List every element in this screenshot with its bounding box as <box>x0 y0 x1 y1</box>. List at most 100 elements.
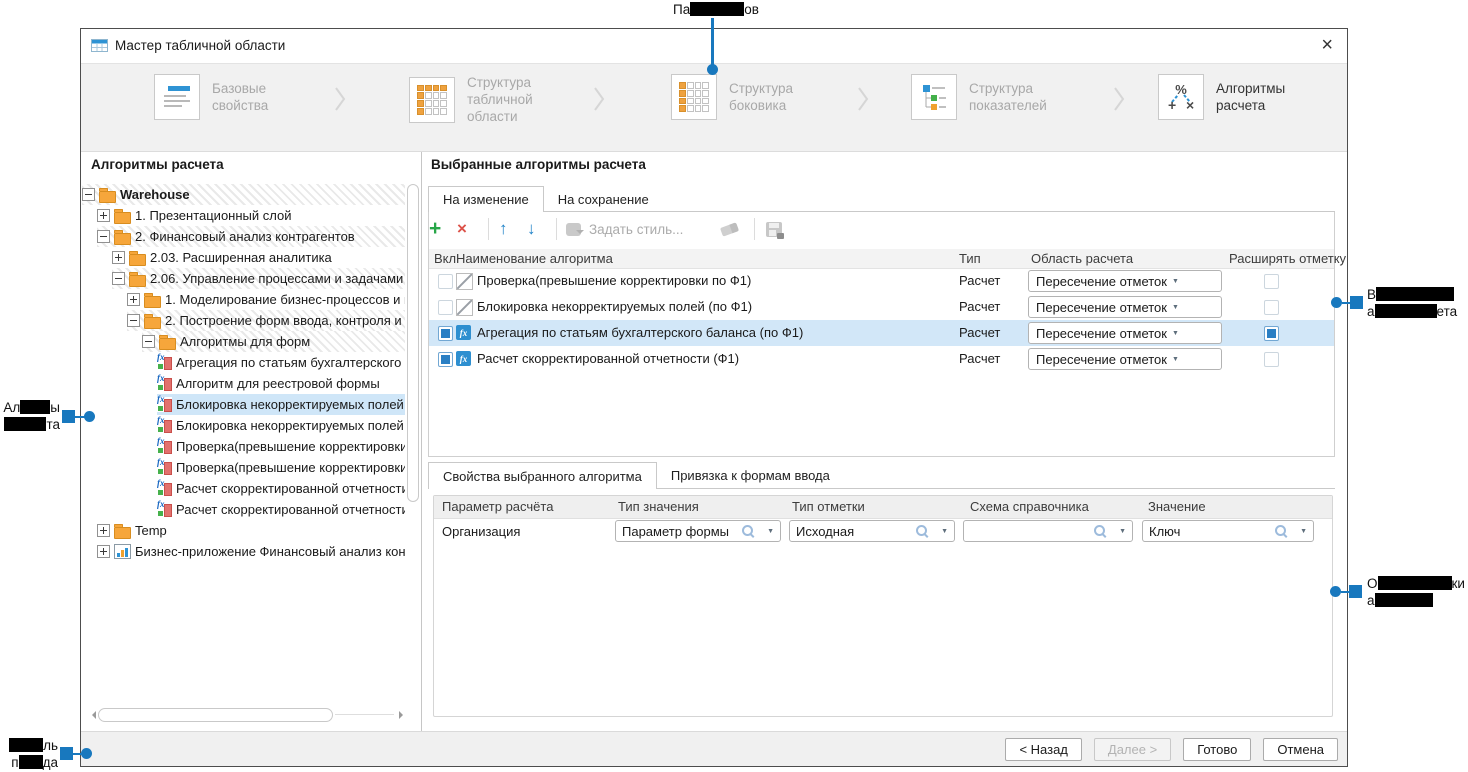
tree-item[interactable]: Бизнес-приложение Финансовый анализ конт… <box>97 541 405 562</box>
remove-algorithm-button[interactable]: × <box>457 216 467 242</box>
move-down-button[interactable]: ↓ <box>527 216 536 242</box>
callout-settings-area: Оки а <box>1367 575 1465 609</box>
tree-item[interactable]: 2. Финансовый анализ контрагентов <box>97 226 405 247</box>
save-button[interactable] <box>766 216 782 242</box>
expand-icon[interactable] <box>97 545 110 558</box>
set-style-button[interactable]: Задать стиль... <box>566 216 683 242</box>
finish-button[interactable]: Готово <box>1183 738 1251 761</box>
parameter-row[interactable]: ОрганизацияПараметр формы▼Исходная▼▼Ключ… <box>434 518 1332 545</box>
back-button[interactable]: < Назад <box>1005 738 1081 761</box>
tree-vertical-scrollbar[interactable] <box>407 184 419 705</box>
tree-item[interactable]: fxПроверка(превышение корректировки по Ф… <box>157 457 405 478</box>
collapse-icon[interactable] <box>142 335 155 348</box>
tree-item[interactable]: Temp <box>97 520 405 541</box>
cancel-button[interactable]: Отмена <box>1263 738 1338 761</box>
algorithm-row[interactable]: Блокировка некорректируемых полей (по Ф1… <box>429 294 1334 320</box>
wizard-step-4[interactable]: Структура показателей <box>911 74 1047 120</box>
tree-item[interactable]: 2.06. Управление процессами и задачами <box>112 268 405 289</box>
collapse-icon[interactable] <box>127 314 140 327</box>
callout-steps-panel: Паов <box>673 1 759 18</box>
enabled-checkbox[interactable] <box>438 326 453 341</box>
algorithm-icon: fx <box>157 397 172 412</box>
calc-area-dropdown[interactable]: Пересечение отметок▼ <box>1028 322 1222 344</box>
tree-item[interactable]: fxПроверка(превышение корректировки по Ф… <box>157 436 405 457</box>
expand-icon[interactable] <box>112 251 125 264</box>
enabled-checkbox[interactable] <box>438 274 453 289</box>
tree-item[interactable]: fxБлокировка некорректируемых полей (по … <box>157 394 405 415</box>
step-icon-box <box>409 77 455 123</box>
tree-item[interactable]: fxАгрегация по статьям бухгалтерского ба… <box>157 352 405 373</box>
tree-item[interactable]: 2.03. Расширенная аналитика <box>112 247 405 268</box>
title-bar[interactable]: Мастер табличной области × <box>81 29 1347 64</box>
step-icon-box <box>154 74 200 120</box>
scrollbar-thumb[interactable] <box>407 184 419 502</box>
tab-on-save[interactable]: На сохранение <box>544 186 663 212</box>
clear-style-button[interactable] <box>721 216 738 242</box>
tree-item[interactable]: 1. Презентационный слой <box>97 205 405 226</box>
tab-algorithm-properties[interactable]: Свойства выбранного алгоритма <box>428 462 657 489</box>
add-algorithm-button[interactable]: + <box>429 216 441 242</box>
calc-area-dropdown[interactable]: Пересечение отметок▼ <box>1028 348 1222 370</box>
tree-item-label: 1. Моделирование бизнес-процессов и их в… <box>165 292 405 307</box>
tree-item[interactable]: Warehouse <box>82 184 405 205</box>
dropdown-arrow-icon: ▼ <box>1167 304 1179 311</box>
wizard-step-3[interactable]: Структура боковика <box>671 74 793 120</box>
close-icon[interactable]: × <box>1321 34 1333 56</box>
wizard-step-1[interactable]: Базовые свойства <box>154 74 268 120</box>
magnifier-icon <box>916 525 927 536</box>
callout-line <box>711 18 714 65</box>
algorithm-row[interactable]: fxАгрегация по статьям бухгалтерского ба… <box>429 320 1334 346</box>
algorithm-disabled-icon <box>456 273 473 290</box>
tab-forms-binding[interactable]: Привязка к формам ввода <box>657 462 844 489</box>
calc-area-dropdown[interactable]: Пересечение отметок▼ <box>1028 270 1222 292</box>
algorithm-name: Агрегация по статьям бухгалтерского бала… <box>477 320 803 346</box>
tree-item[interactable]: Алгоритмы для форм <box>142 331 405 352</box>
dict-schema-lookup[interactable]: ▼ <box>963 520 1133 542</box>
wizard-step-5[interactable]: % + × Алгоритмы расчета <box>1158 74 1285 120</box>
algorithm-row[interactable]: Проверка(превышение корректировки по Ф1)… <box>429 268 1334 294</box>
scroll-left-button[interactable] <box>85 708 98 722</box>
value-lookup[interactable]: Ключ▼ <box>1142 520 1314 542</box>
value-type-lookup[interactable]: Параметр формы▼ <box>615 520 781 542</box>
folder-icon <box>129 254 146 266</box>
expand-icon[interactable] <box>127 293 140 306</box>
set-style-label: Задать стиль... <box>589 222 683 237</box>
tree-item[interactable]: 1. Моделирование бизнес-процессов и их в… <box>127 289 405 310</box>
next-button: Далее > <box>1094 738 1171 761</box>
tree-horizontal-scrollbar[interactable] <box>85 708 409 722</box>
collapse-icon[interactable] <box>112 272 125 285</box>
expand-mark-checkbox[interactable] <box>1264 274 1279 289</box>
column-header: Тип значения <box>618 496 699 518</box>
tree-item[interactable]: 2. Построение форм ввода, контроля и сог… <box>127 310 405 331</box>
callout-text: ов <box>744 2 759 17</box>
algorithm-name: Расчет скорректированной отчетности (Ф1) <box>477 346 739 372</box>
enabled-checkbox[interactable] <box>438 352 453 367</box>
mark-type-lookup[interactable]: Исходная▼ <box>789 520 955 542</box>
expand-mark-checkbox[interactable] <box>1264 326 1279 341</box>
expand-icon[interactable] <box>97 209 110 222</box>
tab-on-change[interactable]: На изменение <box>428 186 544 212</box>
lookup-value: Исходная <box>796 524 912 539</box>
tree-item[interactable]: fxРасчет скорректированной отчетности (Ф… <box>157 478 405 499</box>
style-icon <box>566 223 581 236</box>
calc-area-dropdown[interactable]: Пересечение отметок▼ <box>1028 296 1222 318</box>
enabled-checkbox[interactable] <box>438 300 453 315</box>
scrollbar-thumb[interactable] <box>98 708 333 722</box>
collapse-icon[interactable] <box>82 188 95 201</box>
tree-item[interactable]: fxРасчет скорректированной отчетности (Ф… <box>157 499 405 520</box>
tree-item[interactable]: fxАлгоритм для реестровой формы <box>157 373 405 394</box>
expand-mark-checkbox[interactable] <box>1264 300 1279 315</box>
chevron-right-icon <box>1113 86 1125 115</box>
window-title: Мастер табличной области <box>115 38 285 53</box>
tree-item[interactable]: fxБлокировка некорректируемых полей (по … <box>157 415 405 436</box>
algorithm-row[interactable]: fxРасчет скорректированной отчетности (Ф… <box>429 346 1334 372</box>
redaction-box <box>9 738 43 752</box>
move-up-button[interactable]: ↑ <box>499 216 508 242</box>
collapse-icon[interactable] <box>97 230 110 243</box>
scroll-right-button[interactable] <box>396 708 409 722</box>
scrollbar-track[interactable] <box>335 714 394 715</box>
callout-text: п <box>11 755 18 770</box>
wizard-step-2[interactable]: Структура табличной области <box>409 74 533 125</box>
expand-icon[interactable] <box>97 524 110 537</box>
expand-mark-checkbox[interactable] <box>1264 352 1279 367</box>
